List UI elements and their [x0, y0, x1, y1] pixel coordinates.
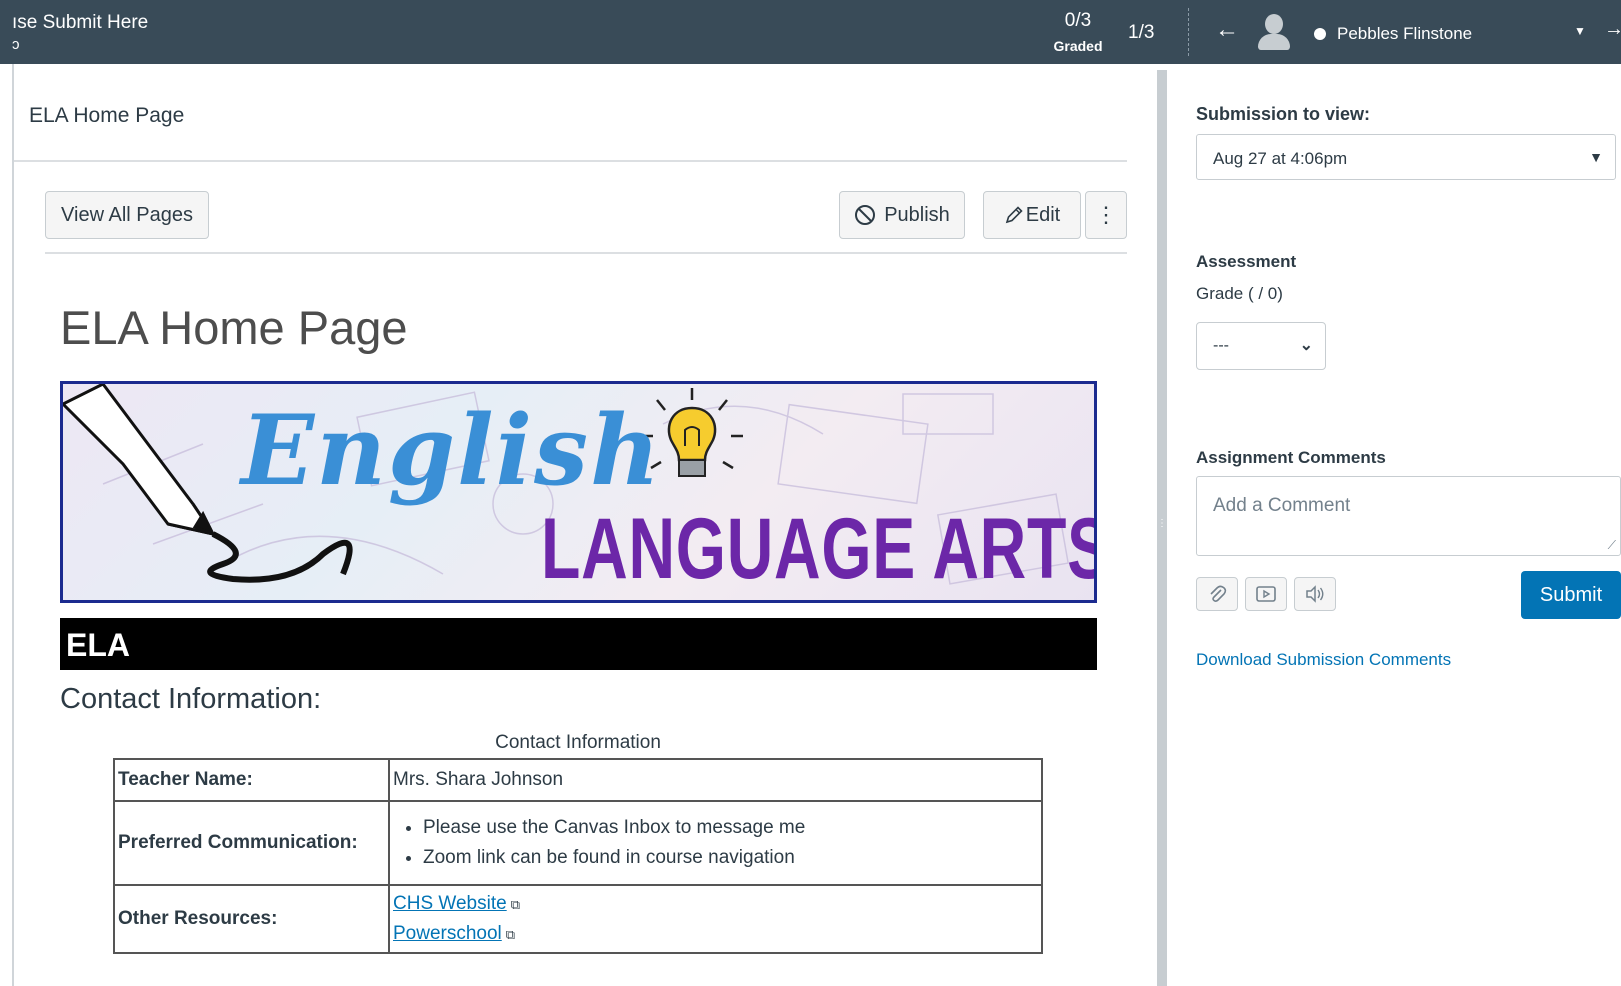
- external-link-icon: ⧉: [510, 897, 520, 912]
- comments-label: Assignment Comments: [1196, 448, 1386, 467]
- ela-banner-image: English LANGUAGE ARTS: [60, 381, 1097, 603]
- divider: [14, 160, 1127, 162]
- edit-label: Edit: [1025, 203, 1061, 226]
- row-label: Preferred Communication:: [113, 800, 390, 886]
- submission-value: Aug 27 at 4:06pm: [1213, 149, 1348, 168]
- external-link-icon: ⧉: [505, 927, 516, 942]
- comment-input[interactable]: Add a Comment ⟋: [1196, 476, 1621, 556]
- comment-placeholder: Add a Comment: [1213, 495, 1351, 516]
- grade-select[interactable]: --- ⌄: [1196, 322, 1326, 370]
- row-label: Other Resources:: [113, 884, 390, 954]
- speedgrader-header: ıse Submit Here ɔ 0/3 Graded 1/3 ← Pebbl…: [0, 0, 1621, 64]
- student-name[interactable]: Pebbles Flinstone: [1337, 24, 1472, 44]
- assessment-label: Assessment: [1196, 252, 1297, 271]
- assignment-subtitle: ɔ: [12, 36, 20, 53]
- publish-button[interactable]: Publish: [839, 191, 965, 239]
- table-caption: Contact Information: [495, 732, 661, 753]
- powerschool-link[interactable]: Powerschool: [393, 923, 502, 944]
- speaker-icon: [1306, 585, 1324, 603]
- avatar: [1256, 12, 1292, 52]
- chevron-down-icon: ⌄: [1299, 337, 1313, 354]
- header-divider: [1188, 8, 1189, 56]
- banner-english-text: English: [241, 394, 662, 507]
- arrow-left-icon[interactable]: ←: [1215, 16, 1239, 44]
- divider: [45, 252, 1127, 254]
- row-label: Teacher Name:: [113, 758, 390, 802]
- graded-count: 0/3: [1064, 10, 1092, 31]
- caret-down-icon[interactable]: ▼: [1574, 24, 1586, 38]
- pencil-icon: [1004, 205, 1024, 225]
- submission-label: Submission to view:: [1196, 104, 1371, 124]
- unpublished-icon: [854, 204, 876, 226]
- chs-website-link[interactable]: CHS Website: [393, 893, 507, 914]
- page-title: ELA Home Page: [60, 301, 408, 354]
- row-value: Please use the Canvas Inbox to message m…: [388, 800, 1043, 886]
- assignment-title[interactable]: ıse Submit Here: [12, 12, 148, 34]
- view-all-pages-label: View All Pages: [61, 203, 193, 226]
- resize-grip-icon[interactable]: ⟋: [1608, 538, 1616, 553]
- table-row: Preferred Communication: Please use the …: [113, 800, 1043, 886]
- row-value: Mrs. Shara Johnson: [388, 758, 1043, 802]
- grade-value: ---: [1213, 337, 1229, 354]
- content-edge: [12, 64, 14, 986]
- table-row: Teacher Name: Mrs. Shara Johnson: [113, 758, 1043, 802]
- more-options-button[interactable]: ⋮: [1085, 191, 1127, 239]
- video-icon: [1256, 586, 1276, 602]
- student-position: 1/3: [1128, 22, 1155, 43]
- caret-down-icon: ▼: [1589, 149, 1603, 165]
- row-value: CHS Website ⧉ Powerschool ⧉: [388, 884, 1043, 954]
- arrow-right-icon[interactable]: →: [1604, 18, 1621, 41]
- banner-language-arts-text: LANGUAGE ARTS: [541, 501, 1097, 597]
- media-comment-button[interactable]: [1245, 577, 1287, 611]
- list-item: Zoom link can be found in course navigat…: [423, 843, 1038, 873]
- publish-label: Publish: [884, 203, 950, 226]
- graded-label: Graded: [1053, 38, 1103, 54]
- view-all-pages-button[interactable]: View All Pages: [45, 191, 209, 239]
- contact-heading: Contact Information:: [60, 683, 322, 715]
- audio-comment-button[interactable]: [1294, 577, 1336, 611]
- kebab-icon: ⋮: [1095, 202, 1117, 227]
- submit-label: Submit: [1539, 583, 1603, 606]
- grip-icon: ⋮: [1157, 518, 1167, 529]
- submission-select[interactable]: Aug 27 at 4:06pm ▼: [1196, 134, 1616, 180]
- breadcrumb: ELA Home Page: [29, 104, 185, 127]
- paperclip-icon: [1210, 585, 1227, 602]
- grade-hint: Grade ( / 0): [1196, 284, 1283, 303]
- status-dot-icon: [1314, 28, 1326, 40]
- download-comments-link[interactable]: Download Submission Comments: [1196, 650, 1451, 670]
- section-heading-bar: ELA: [60, 618, 1097, 670]
- contact-table: Teacher Name: Mrs. Shara Johnson Preferr…: [113, 758, 1043, 954]
- list-item: Please use the Canvas Inbox to message m…: [423, 813, 1038, 843]
- submit-comment-button[interactable]: Submit: [1521, 571, 1621, 619]
- table-row: Other Resources: CHS Website ⧉ Powerschoo…: [113, 884, 1043, 954]
- attach-file-button[interactable]: [1196, 577, 1238, 611]
- edit-button[interactable]: Edit: [983, 191, 1081, 239]
